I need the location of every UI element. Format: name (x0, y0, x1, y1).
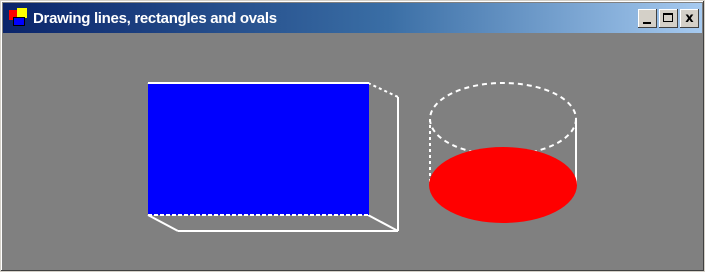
cylinder-top-oval (429, 82, 577, 156)
red-oval (429, 147, 577, 223)
window-controls: x (638, 8, 699, 28)
app-window: Drawing lines, rectangles and ovals x (0, 0, 705, 272)
window-title: Drawing lines, rectangles and ovals (33, 9, 277, 27)
minimize-button[interactable] (638, 8, 657, 28)
drawing-canvas (3, 35, 702, 269)
maximize-icon (663, 12, 673, 22)
maximize-button[interactable] (659, 8, 678, 28)
minimize-icon (643, 21, 651, 24)
cylinder-shape (429, 82, 577, 223)
title-bar[interactable]: Drawing lines, rectangles and ovals x (3, 3, 702, 33)
blue-rectangle (148, 83, 369, 215)
close-icon: x (685, 10, 694, 26)
drawing-scene (147, 82, 577, 232)
app-icon[interactable] (9, 8, 29, 28)
close-button[interactable]: x (680, 8, 699, 28)
